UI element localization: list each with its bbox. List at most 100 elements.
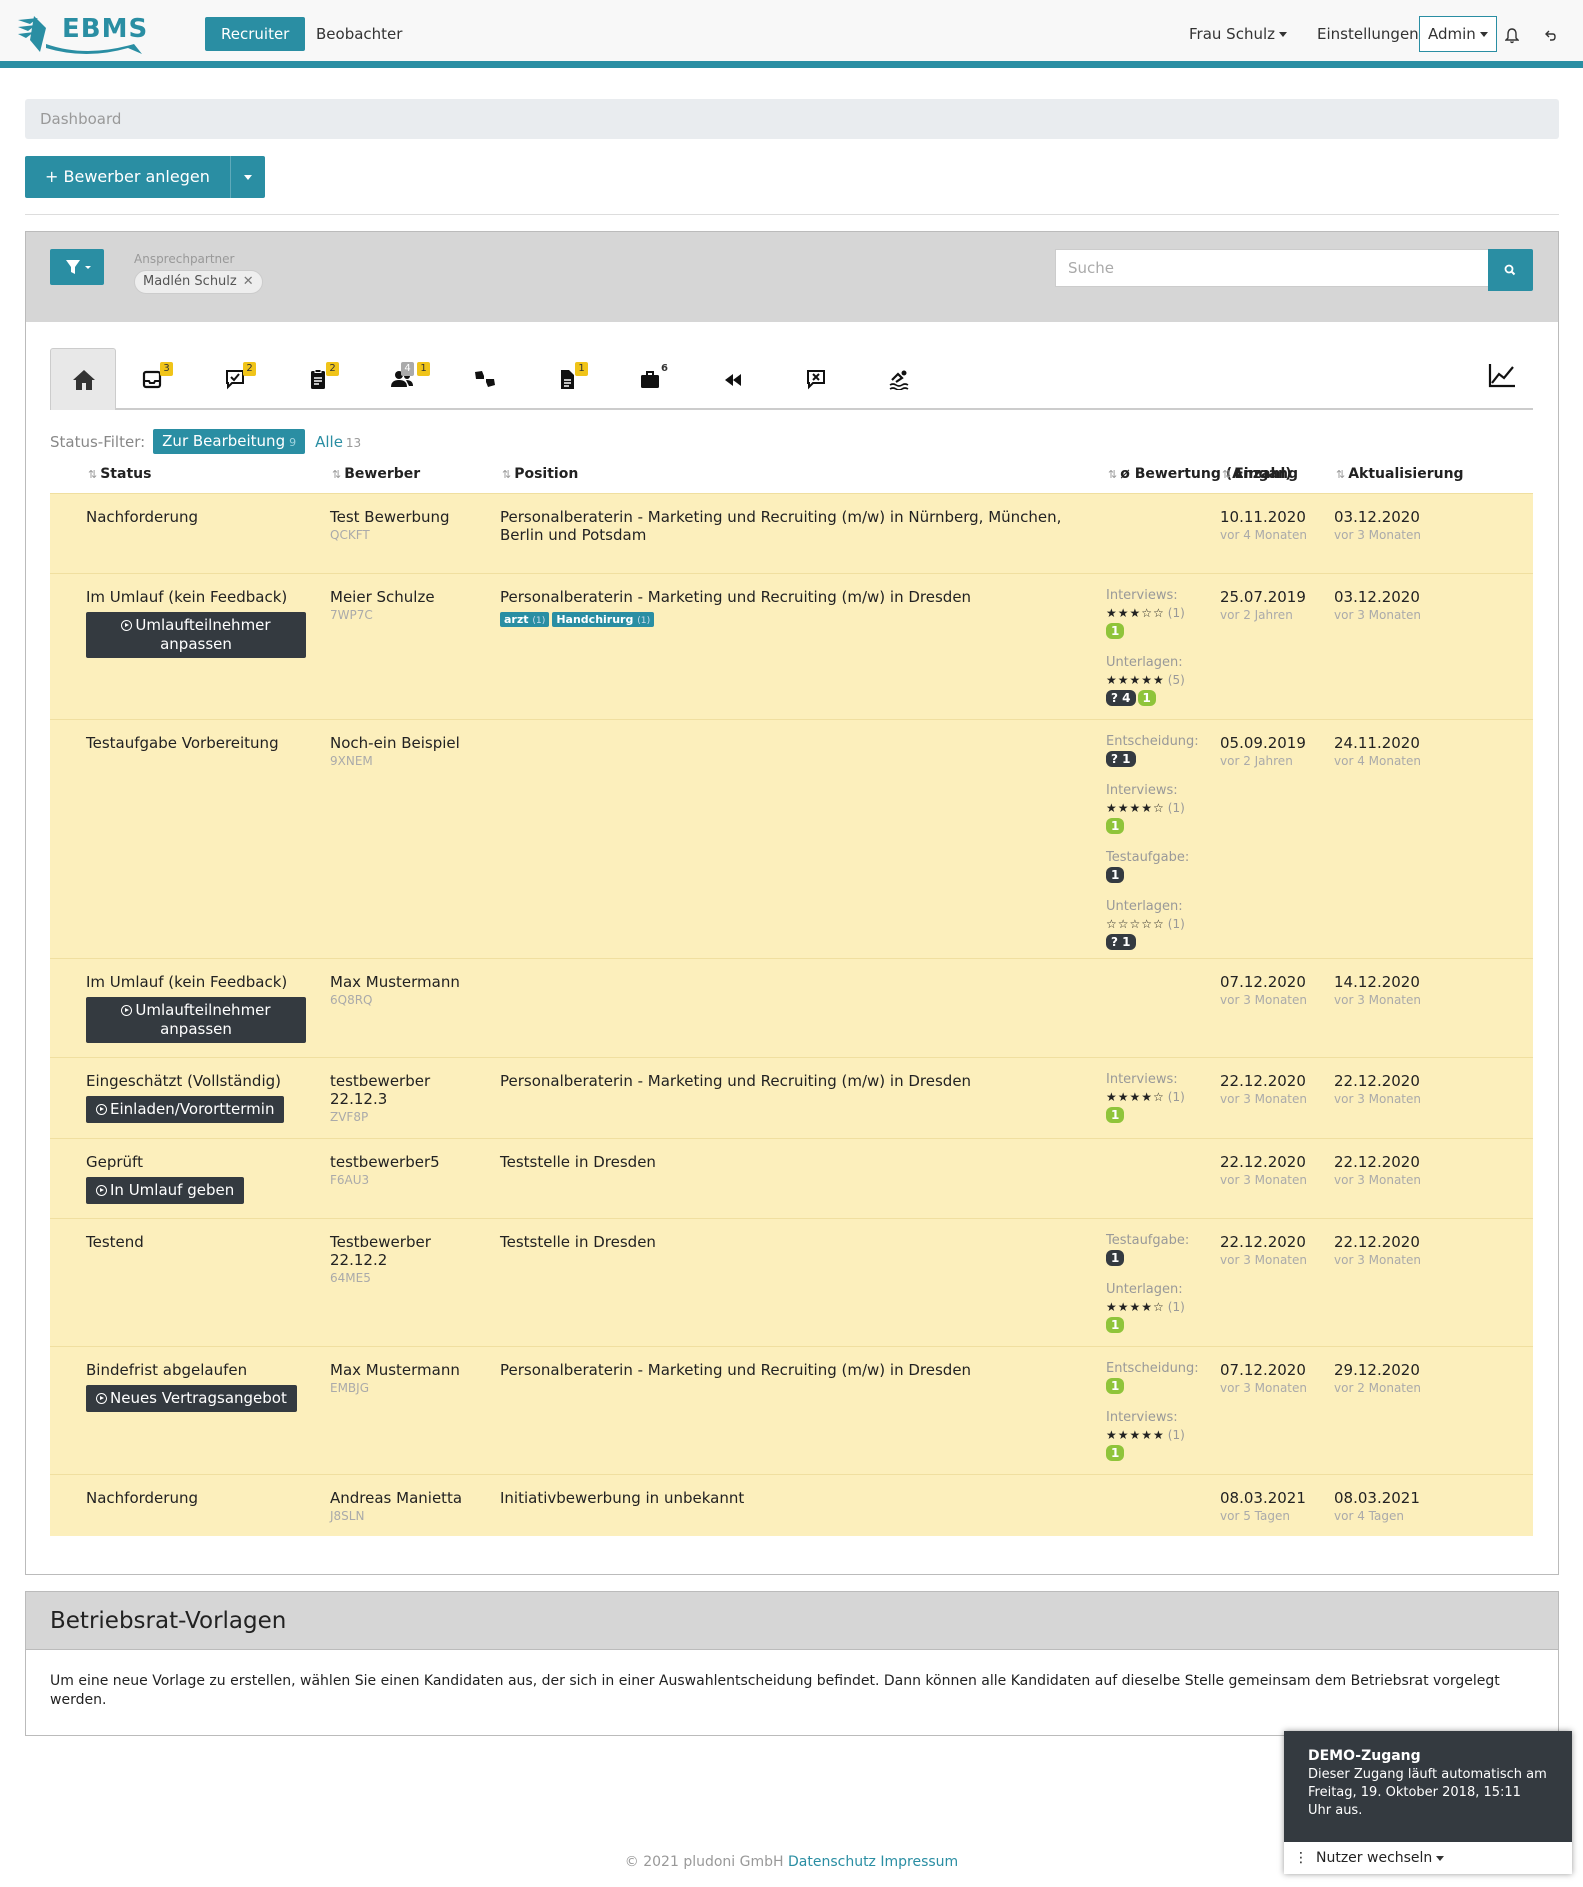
settings-link[interactable]: Einstellungen	[1317, 17, 1419, 51]
column-bewerber[interactable]: ⇅Bewerber	[332, 466, 420, 482]
top-navbar: EBMS Recruiter Beobachter Frau Schulz Ei…	[0, 0, 1583, 68]
breadcrumb[interactable]: Dashboard	[25, 99, 1559, 139]
table-row[interactable]: Bindefrist abgelaufenNeues Vertragsangeb…	[50, 1346, 1533, 1474]
rating-chip[interactable]: ? 1	[1106, 934, 1136, 950]
row-applicant[interactable]: Noch-ein Beispiel9XNEM	[330, 734, 480, 770]
tab-badge: 6	[658, 362, 671, 376]
applicant-name[interactable]: Meier Schulze	[330, 588, 480, 606]
applicant-name[interactable]: Test Bewerbung	[330, 508, 480, 526]
tab-decision[interactable]	[452, 348, 518, 410]
status-text: Geprüft	[86, 1153, 306, 1171]
tab-inbox[interactable]: 3	[120, 348, 186, 410]
contact-person-label: Ansprechpartner	[134, 252, 234, 266]
skill-tag[interactable]: Handchirurg (1)	[552, 612, 654, 627]
nav-beobachter[interactable]: Beobachter	[300, 17, 418, 51]
table-row[interactable]: TestendTestbewerber 22.12.264ME5Teststel…	[50, 1218, 1533, 1346]
ebms-logo[interactable]: EBMS	[16, 14, 146, 54]
column-eingang[interactable]: ⇅Eingang	[1222, 466, 1298, 482]
rating-chip[interactable]: 1	[1106, 623, 1124, 639]
applicant-name[interactable]: Max Mustermann	[330, 1361, 480, 1379]
skill-tag[interactable]: arzt (1)	[500, 612, 549, 627]
search-button[interactable]	[1488, 249, 1533, 291]
tab-rejected[interactable]	[784, 348, 850, 410]
row-applicant[interactable]: Max MustermannEMBJG	[330, 1361, 480, 1397]
demo-toast-body: DEMO-Zugang Dieser Zugang läuft automati…	[1284, 1731, 1572, 1842]
tab-pool[interactable]	[867, 348, 933, 410]
contact-person-tag[interactable]: Madlén Schulz✕	[134, 270, 263, 294]
rating-chip[interactable]: 1	[1138, 690, 1156, 706]
table-row[interactable]: Im Umlauf (kein Feedback)Umlaufteilnehme…	[50, 573, 1533, 719]
row-applicant[interactable]: Meier Schulze7WP7C	[330, 588, 480, 624]
privacy-link[interactable]: Datenschutz	[788, 1854, 876, 1870]
row-applicant[interactable]: Andreas ManiettaJ8SLN	[330, 1489, 480, 1525]
tab-assessment[interactable]: 2	[286, 348, 352, 410]
row-applicant[interactable]: Testbewerber 22.12.264ME5	[330, 1233, 480, 1287]
tab-feedback[interactable]: 2	[203, 348, 269, 410]
table-row[interactable]: Im Umlauf (kein Feedback)Umlaufteilnehme…	[50, 958, 1533, 1057]
table-row[interactable]: Geprüft In Umlauf geben testbewerber5F6AU3…	[50, 1138, 1533, 1218]
column-update[interactable]: ⇅Aktualisierung	[1336, 466, 1464, 482]
rating-chip[interactable]: ? 4	[1106, 690, 1136, 706]
nav-recruiter[interactable]: Recruiter	[205, 17, 305, 51]
tab-documents[interactable]: 1	[535, 348, 601, 410]
search-input[interactable]: Suche	[1055, 249, 1492, 287]
row-applicant[interactable]: testbewerber 22.12.3ZVF8P	[330, 1072, 480, 1126]
table-row[interactable]: Testaufgabe Vorbereitung Noch-ein Beispie…	[50, 719, 1533, 958]
filter-all[interactable]: Alle13	[315, 433, 361, 451]
play-circle-icon	[96, 1393, 107, 1404]
play-circle-icon	[96, 1185, 107, 1196]
create-applicant-dropdown[interactable]	[231, 168, 265, 186]
admin-menu[interactable]: Admin	[1419, 16, 1497, 52]
row-action-button[interactable]: Neues Vertragsangebot	[86, 1385, 297, 1412]
star-icons: ★★★★☆	[1106, 1090, 1165, 1104]
applicant-name[interactable]: testbewerber 22.12.3	[330, 1072, 480, 1108]
filter-button[interactable]	[50, 249, 104, 285]
table-row[interactable]: NachforderungAndreas ManiettaJ8SLNInitia…	[50, 1474, 1533, 1536]
column-status[interactable]: ⇅Status	[88, 466, 151, 482]
tab-offer[interactable]: 6	[618, 348, 684, 410]
row-action-button[interactable]: Einladen/Vororttermin	[86, 1096, 284, 1123]
position-text: Initiativbewerbung in unbekannt	[500, 1489, 1080, 1507]
tab-circulation[interactable]: 4 1	[369, 348, 435, 410]
row-applicant[interactable]: testbewerber5F6AU3	[330, 1153, 480, 1189]
create-applicant-button[interactable]: + Bewerber anlegen	[25, 156, 231, 198]
table-row[interactable]: Eingeschätzt (Vollständig)Einladen/Voror…	[50, 1057, 1533, 1138]
user-menu[interactable]: Frau Schulz	[1189, 17, 1287, 51]
row-applicant[interactable]: Test BewerbungQCKFT	[330, 508, 480, 544]
position-text: Personalberaterin - Marketing und Recrui…	[500, 508, 1080, 544]
rating-chip[interactable]: 1	[1106, 1250, 1124, 1266]
rating-chip[interactable]: 1	[1106, 1317, 1124, 1333]
column-position[interactable]: ⇅Position	[502, 466, 578, 482]
tab-home[interactable]	[50, 348, 116, 410]
skill-tag-label: arzt	[504, 613, 529, 626]
row-received: 07.12.2020vor 3 Monaten	[1220, 1361, 1320, 1397]
applicant-name[interactable]: Testbewerber 22.12.2	[330, 1233, 480, 1269]
applicant-name[interactable]: Andreas Manietta	[330, 1489, 480, 1507]
rating-chip[interactable]: 1	[1106, 818, 1124, 834]
switch-user-button[interactable]: ⋮Nutzer wechseln	[1284, 1842, 1572, 1874]
row-applicant[interactable]: Max Mustermann6Q8RQ	[330, 973, 480, 1009]
applicant-name[interactable]: testbewerber5	[330, 1153, 480, 1171]
filter-to-process[interactable]: Zur Bearbeitung9	[153, 429, 305, 454]
applicant-name[interactable]: Max Mustermann	[330, 973, 480, 991]
table-row[interactable]: NachforderungTest BewerbungQCKFTPersonal…	[50, 493, 1533, 573]
received-relative: vor 2 Jahren	[1220, 752, 1320, 770]
rating-chip[interactable]: ? 1	[1106, 751, 1136, 767]
updated-relative: vor 3 Monaten	[1334, 1090, 1454, 1108]
logout-icon[interactable]	[1544, 22, 1556, 56]
rating-chip[interactable]: 1	[1106, 1378, 1124, 1394]
rating-chip[interactable]: 1	[1106, 867, 1124, 883]
imprint-link[interactable]: Impressum	[880, 1854, 958, 1870]
rating-chip[interactable]: 1	[1106, 1445, 1124, 1461]
status-text: Testaufgabe Vorbereitung	[86, 734, 306, 752]
tab-rewind[interactable]	[701, 348, 767, 410]
remove-tag-icon[interactable]: ✕	[243, 274, 254, 289]
tab-statistics[interactable]	[1467, 348, 1533, 410]
admin-label: Admin	[1428, 25, 1476, 43]
rating-chip[interactable]: 1	[1106, 1107, 1124, 1123]
row-action-button[interactable]: Umlaufteilnehmer anpassen	[86, 612, 306, 658]
row-action-button[interactable]: Umlaufteilnehmer anpassen	[86, 997, 306, 1043]
row-action-button[interactable]: In Umlauf geben	[86, 1177, 244, 1204]
applicant-name[interactable]: Noch-ein Beispiel	[330, 734, 480, 752]
bell-icon[interactable]	[1505, 22, 1519, 56]
